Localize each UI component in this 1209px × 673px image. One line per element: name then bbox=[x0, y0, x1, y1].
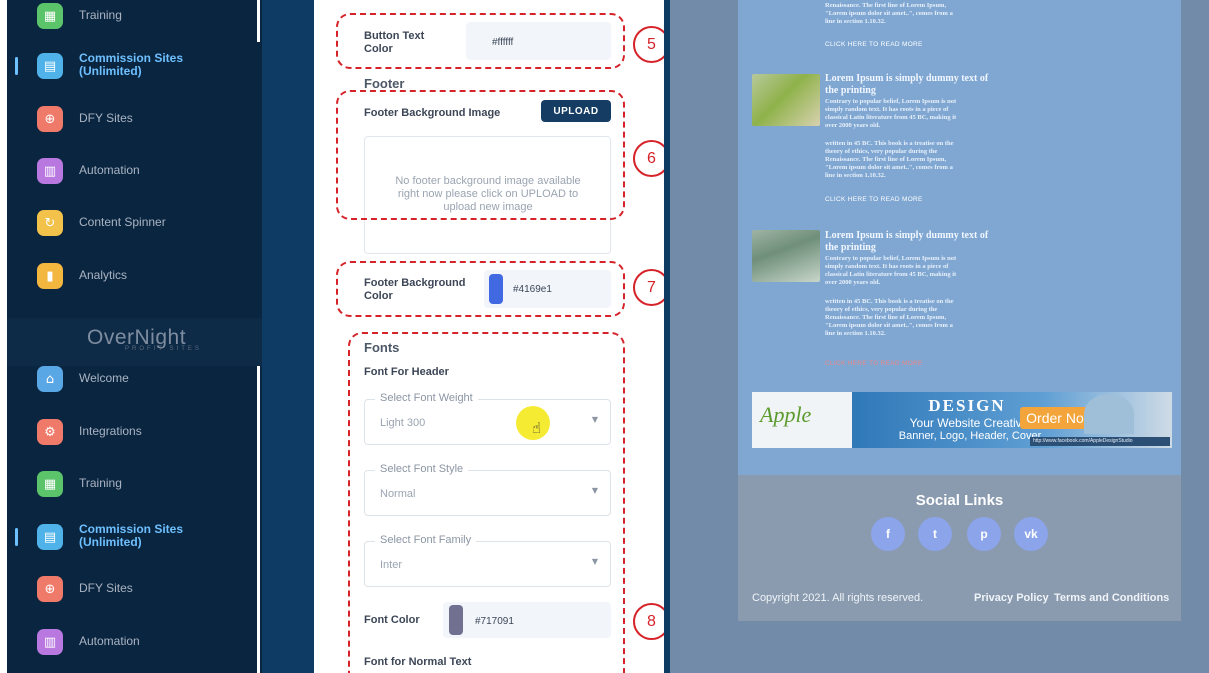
read-more-link[interactable]: CLICK HERE TO READ MORE bbox=[825, 360, 923, 367]
sidebar-item-label: Automation bbox=[79, 634, 140, 648]
post-text: classical Latin literature from 45 BC, m… bbox=[825, 114, 957, 121]
hand-cursor-icon: ☝ bbox=[532, 419, 542, 437]
facebook-icon[interactable]: f bbox=[871, 517, 905, 551]
post-text: theory of ethics, very popular during th… bbox=[825, 148, 938, 155]
sidebar-item-label: Commission Sites (Unlimited) bbox=[79, 522, 184, 549]
sidebar-item-analytics[interactable]: ▮ Analytics bbox=[7, 255, 262, 299]
dfy-sites-icon: ⊕ bbox=[37, 576, 63, 602]
active-indicator bbox=[15, 57, 18, 75]
welcome-icon: ⌂ bbox=[37, 366, 63, 392]
post-text: simply random text. It has roots in a pi… bbox=[825, 263, 949, 270]
post-text: "Lorem ipsum dolor sit amet..", comes fr… bbox=[825, 164, 953, 171]
sidebar-scrollbar[interactable] bbox=[257, 366, 260, 673]
post-text: over 2000 years old. bbox=[825, 122, 881, 129]
post-text: over 2000 years old. bbox=[825, 279, 881, 286]
annotation-box bbox=[336, 90, 625, 220]
post-text: theory of ethics, very popular during th… bbox=[825, 306, 938, 313]
commission-sites-icon: ▤ bbox=[37, 53, 63, 79]
post-text: line in section 1.10.32. bbox=[825, 330, 886, 337]
sidebar-item-integrations[interactable]: ⚙ Integrations bbox=[7, 411, 262, 455]
automation-icon: ▥ bbox=[37, 158, 63, 184]
sidebar-item-commission-sites[interactable]: ▤ Commission Sites (Unlimited) bbox=[7, 516, 262, 560]
sidebar-item-automation[interactable]: ▥ Automation bbox=[7, 150, 262, 194]
footer-section-title: Footer bbox=[364, 76, 405, 91]
post-text: Renaissance. The first line of Lorem Ips… bbox=[825, 156, 947, 163]
sidebar-item-commission-sites[interactable]: ▤ Commission Sites (Unlimited) bbox=[7, 45, 262, 89]
post-text: Contrary to popular belief, Lorem Ipsum … bbox=[825, 98, 957, 105]
training-icon: ▦ bbox=[37, 471, 63, 497]
post-text: written in 45 BC. This book is a treatis… bbox=[825, 298, 954, 305]
sidebar-item-automation[interactable]: ▥ Automation bbox=[7, 621, 262, 665]
post-text: Renaissance. The first line of Lorem Ips… bbox=[825, 2, 947, 9]
sidebar-item-label: Training bbox=[79, 476, 122, 490]
post-text: line in section 1.10.32. bbox=[825, 172, 886, 179]
content-spinner-icon: ↻ bbox=[37, 210, 63, 236]
panel-gap bbox=[262, 0, 314, 673]
annotation-box bbox=[336, 13, 625, 69]
sidebar-item-label: Welcome bbox=[79, 371, 129, 385]
twitter-icon[interactable]: t bbox=[918, 517, 952, 551]
sidebar: ▦ Training ▤ Commission Sites (Unlimited… bbox=[7, 0, 262, 673]
copyright-text: Copyright 2021. All rights reserved. bbox=[752, 592, 924, 604]
vk-icon[interactable]: vk bbox=[1014, 517, 1048, 551]
annotation-box bbox=[348, 332, 625, 673]
analytics-icon: ▮ bbox=[37, 263, 63, 289]
post-thumbnail bbox=[752, 74, 820, 126]
post-title[interactable]: Lorem Ipsum is simply dummy text of bbox=[825, 230, 1015, 241]
sidebar-item-label: DFY Sites bbox=[79, 581, 133, 595]
post-thumbnail bbox=[752, 230, 820, 282]
post-text: Contrary to popular belief, Lorem Ipsum … bbox=[825, 255, 957, 262]
post-title[interactable]: Lorem Ipsum is simply dummy text of bbox=[825, 73, 1015, 84]
read-more-link[interactable]: CLICK HERE TO READ MORE bbox=[825, 196, 923, 203]
sidebar-item-welcome[interactable]: ⌂ Welcome bbox=[7, 358, 262, 402]
banner-brand: Apple bbox=[760, 402, 812, 427]
sidebar-scrollbar[interactable] bbox=[257, 0, 260, 42]
post-text: line in section 1.10.32. bbox=[825, 18, 886, 25]
sidebar-item-label: Automation bbox=[79, 163, 140, 177]
training-icon: ▦ bbox=[37, 3, 63, 29]
sidebar-item-label: Content Spinner bbox=[79, 215, 166, 229]
sidebar-item-label: Analytics bbox=[79, 268, 128, 282]
sidebar-item-content-spinner[interactable]: ↻ Content Spinner bbox=[7, 202, 262, 246]
banner-person-image bbox=[1084, 394, 1134, 434]
annotation-box bbox=[336, 261, 625, 317]
sidebar-item-label: Training bbox=[79, 8, 122, 22]
post-title[interactable]: the printing bbox=[825, 85, 1015, 96]
post-text: Renaissance. The first line of Lorem Ips… bbox=[825, 314, 947, 321]
sidebar-item-training[interactable]: ▦ Training bbox=[7, 463, 262, 507]
pinterest-icon[interactable]: p bbox=[967, 517, 1001, 551]
sidebar-item-dfy-sites[interactable]: ⊕ DFY Sites bbox=[7, 98, 262, 142]
banner-title: DESIGN bbox=[928, 396, 1006, 415]
post-text: classical Latin literature from 45 BC, m… bbox=[825, 271, 957, 278]
automation-icon: ▥ bbox=[37, 629, 63, 655]
social-links-title: Social Links bbox=[915, 492, 1004, 509]
sidebar-item-label: Integrations bbox=[79, 424, 142, 438]
banner-url: http://www.facebook.com/AppleDesignStudi… bbox=[1030, 437, 1170, 446]
post-text: "Lorem ipsum dolor sit amet..", comes fr… bbox=[825, 10, 953, 17]
read-more-link[interactable]: CLICK HERE TO READ MORE bbox=[825, 41, 923, 48]
terms-link[interactable]: Terms and Conditions bbox=[1054, 592, 1169, 604]
ad-banner[interactable]: Apple DESIGN Your Website Creative Banne… bbox=[752, 392, 1172, 448]
sidebar-item-dfy-sites[interactable]: ⊕ DFY Sites bbox=[7, 568, 262, 612]
commission-sites-icon: ▤ bbox=[37, 524, 63, 550]
dfy-sites-icon: ⊕ bbox=[37, 106, 63, 132]
post-text: "Lorem ipsum dolor sit amet..", comes fr… bbox=[825, 322, 953, 329]
sidebar-item-label: DFY Sites bbox=[79, 111, 133, 125]
post-text: written in 45 BC. This book is a treatis… bbox=[825, 140, 954, 147]
privacy-policy-link[interactable]: Privacy Policy bbox=[974, 592, 1049, 604]
post-text: simply random text. It has roots in a pi… bbox=[825, 106, 949, 113]
sidebar-item-training[interactable]: ▦ Training bbox=[7, 0, 262, 39]
sidebar-item-label: Commission Sites (Unlimited) bbox=[79, 51, 184, 78]
post-title[interactable]: the printing bbox=[825, 242, 1015, 253]
integrations-icon: ⚙ bbox=[37, 419, 63, 445]
active-indicator bbox=[15, 528, 18, 546]
logo-subtitle: PROFIT SITES bbox=[125, 346, 202, 352]
